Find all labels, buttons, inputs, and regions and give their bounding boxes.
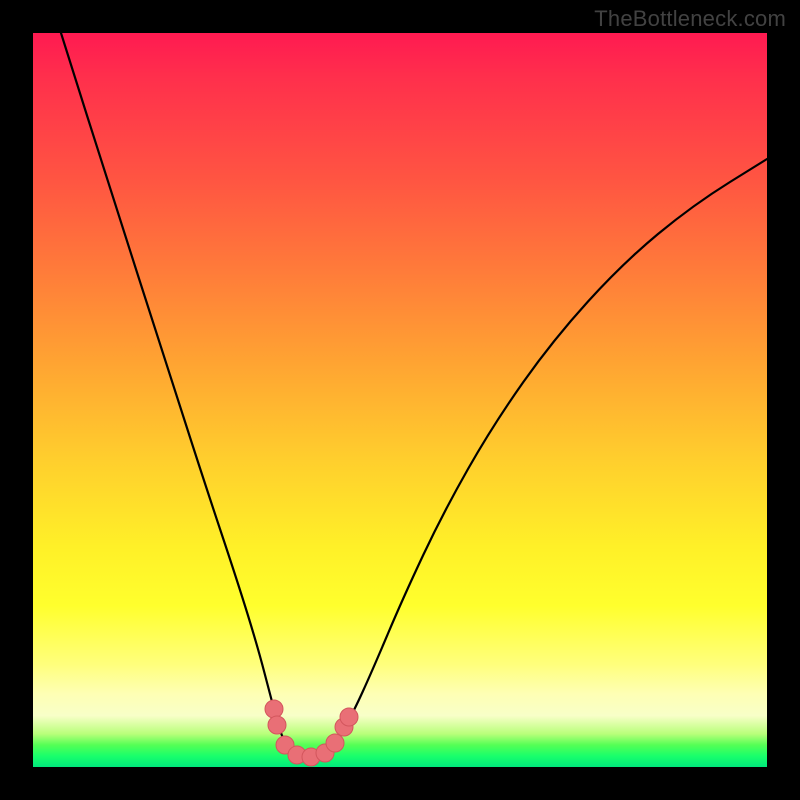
- curve-marker: [326, 734, 344, 752]
- curve-marker: [265, 700, 283, 718]
- curve-left-branch: [61, 33, 309, 757]
- chart-frame: TheBottleneck.com: [0, 0, 800, 800]
- watermark-text: TheBottleneck.com: [594, 6, 786, 32]
- curve-right-branch: [309, 159, 767, 757]
- curve-marker: [268, 716, 286, 734]
- curve-markers: [265, 700, 358, 766]
- bottleneck-curve: [33, 33, 767, 767]
- curve-marker: [340, 708, 358, 726]
- plot-area: [33, 33, 767, 767]
